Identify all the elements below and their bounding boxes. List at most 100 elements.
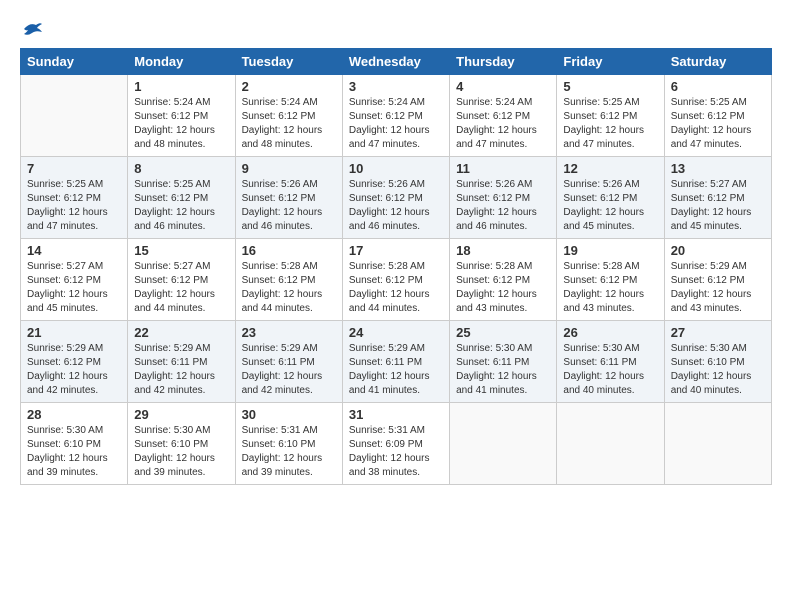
calendar-cell: 3 Sunrise: 5:24 AM Sunset: 6:12 PM Daylig… [342,75,449,157]
day-info: Sunrise: 5:31 AM Sunset: 6:09 PM Dayligh… [349,424,443,480]
day-number: 10 [349,161,443,176]
day-number: 5 [563,79,657,94]
calendar-cell: 16 Sunrise: 5:28 AM Sunset: 6:12 PM Dayli… [235,239,342,321]
day-info: Sunrise: 5:24 AM Sunset: 6:12 PM Dayligh… [349,96,443,152]
calendar-header-sunday: Sunday [21,49,128,75]
calendar-cell [21,75,128,157]
day-info: Sunrise: 5:30 AM Sunset: 6:11 PM Dayligh… [456,342,550,398]
calendar-cell: 31Sunrise: 5:31 AM Sunset: 6:09 PM Dayli… [342,403,449,485]
day-number: 26 [563,325,657,340]
day-info: Sunrise: 5:29 AM Sunset: 6:11 PM Dayligh… [134,342,228,398]
calendar-cell: 4 Sunrise: 5:24 AM Sunset: 6:12 PM Daylig… [450,75,557,157]
day-info: Sunrise: 5:26 AM Sunset: 6:12 PM Dayligh… [349,178,443,234]
day-info: Sunrise: 5:28 AM Sunset: 6:12 PM Dayligh… [456,260,550,316]
day-number: 1 [134,79,228,94]
calendar-cell: 13Sunrise: 5:27 AM Sunset: 6:12 PM Dayli… [664,157,771,239]
calendar-cell: 1 Sunrise: 5:24 AM Sunset: 6:12 PM Daylig… [128,75,235,157]
calendar-cell: 23Sunrise: 5:29 AM Sunset: 6:11 PM Dayli… [235,321,342,403]
day-info: Sunrise: 5:25 AM Sunset: 6:12 PM Dayligh… [671,96,765,152]
calendar-cell: 8 Sunrise: 5:25 AM Sunset: 6:12 PM Daylig… [128,157,235,239]
calendar-header-monday: Monday [128,49,235,75]
day-info: Sunrise: 5:31 AM Sunset: 6:10 PM Dayligh… [242,424,336,480]
day-number: 20 [671,243,765,258]
day-info: Sunrise: 5:27 AM Sunset: 6:12 PM Dayligh… [671,178,765,234]
day-info: Sunrise: 5:26 AM Sunset: 6:12 PM Dayligh… [242,178,336,234]
calendar-week-row: 7 Sunrise: 5:25 AM Sunset: 6:12 PM Daylig… [21,157,772,239]
calendar-cell [557,403,664,485]
calendar-cell: 12 Sunrise: 5:26 AM Sunset: 6:12 PM Dayli… [557,157,664,239]
day-info: Sunrise: 5:24 AM Sunset: 6:12 PM Dayligh… [134,96,228,152]
day-number: 22 [134,325,228,340]
logo-bird-icon [22,20,44,38]
calendar-cell: 17 Sunrise: 5:28 AM Sunset: 6:12 PM Dayli… [342,239,449,321]
calendar-cell: 24Sunrise: 5:29 AM Sunset: 6:11 PM Dayli… [342,321,449,403]
day-number: 19 [563,243,657,258]
calendar-cell: 14Sunrise: 5:27 AM Sunset: 6:12 PM Dayli… [21,239,128,321]
calendar-cell: 26 Sunrise: 5:30 AM Sunset: 6:11 PM Dayli… [557,321,664,403]
calendar-header-friday: Friday [557,49,664,75]
calendar-header-wednesday: Wednesday [342,49,449,75]
calendar-week-row: 28 Sunrise: 5:30 AM Sunset: 6:10 PM Dayli… [21,403,772,485]
day-info: Sunrise: 5:30 AM Sunset: 6:11 PM Dayligh… [563,342,657,398]
calendar-cell: 15 Sunrise: 5:27 AM Sunset: 6:12 PM Dayli… [128,239,235,321]
day-number: 3 [349,79,443,94]
day-info: Sunrise: 5:30 AM Sunset: 6:10 PM Dayligh… [27,424,121,480]
calendar-cell: 22 Sunrise: 5:29 AM Sunset: 6:11 PM Dayli… [128,321,235,403]
calendar-week-row: 21 Sunrise: 5:29 AM Sunset: 6:12 PM Dayli… [21,321,772,403]
day-number: 7 [27,161,121,176]
day-number: 30 [242,407,336,422]
day-info: Sunrise: 5:26 AM Sunset: 6:12 PM Dayligh… [456,178,550,234]
day-number: 27 [671,325,765,340]
calendar-cell: 5 Sunrise: 5:25 AM Sunset: 6:12 PM Daylig… [557,75,664,157]
day-info: Sunrise: 5:27 AM Sunset: 6:12 PM Dayligh… [134,260,228,316]
day-info: Sunrise: 5:24 AM Sunset: 6:12 PM Dayligh… [242,96,336,152]
day-number: 4 [456,79,550,94]
header [20,20,772,38]
calendar-cell [450,403,557,485]
calendar-cell: 9 Sunrise: 5:26 AM Sunset: 6:12 PM Daylig… [235,157,342,239]
day-info: Sunrise: 5:25 AM Sunset: 6:12 PM Dayligh… [563,96,657,152]
calendar-cell: 11Sunrise: 5:26 AM Sunset: 6:12 PM Dayli… [450,157,557,239]
day-number: 18 [456,243,550,258]
calendar-cell: 29Sunrise: 5:30 AM Sunset: 6:10 PM Dayli… [128,403,235,485]
calendar-cell: 20 Sunrise: 5:29 AM Sunset: 6:12 PM Dayli… [664,239,771,321]
calendar-cell: 25 Sunrise: 5:30 AM Sunset: 6:11 PM Dayli… [450,321,557,403]
day-number: 15 [134,243,228,258]
calendar-week-row: 14Sunrise: 5:27 AM Sunset: 6:12 PM Dayli… [21,239,772,321]
day-number: 12 [563,161,657,176]
calendar-cell: 6 Sunrise: 5:25 AM Sunset: 6:12 PM Daylig… [664,75,771,157]
day-number: 21 [27,325,121,340]
calendar-header-tuesday: Tuesday [235,49,342,75]
day-info: Sunrise: 5:27 AM Sunset: 6:12 PM Dayligh… [27,260,121,316]
day-number: 9 [242,161,336,176]
logo [20,20,44,38]
day-info: Sunrise: 5:29 AM Sunset: 6:11 PM Dayligh… [242,342,336,398]
day-info: Sunrise: 5:28 AM Sunset: 6:12 PM Dayligh… [242,260,336,316]
day-info: Sunrise: 5:26 AM Sunset: 6:12 PM Dayligh… [563,178,657,234]
calendar-header-thursday: Thursday [450,49,557,75]
day-info: Sunrise: 5:28 AM Sunset: 6:12 PM Dayligh… [563,260,657,316]
calendar-header-saturday: Saturday [664,49,771,75]
day-info: Sunrise: 5:30 AM Sunset: 6:10 PM Dayligh… [671,342,765,398]
day-number: 6 [671,79,765,94]
day-info: Sunrise: 5:29 AM Sunset: 6:12 PM Dayligh… [671,260,765,316]
day-number: 2 [242,79,336,94]
calendar-cell: 18 Sunrise: 5:28 AM Sunset: 6:12 PM Dayli… [450,239,557,321]
day-number: 24 [349,325,443,340]
calendar-cell: 7 Sunrise: 5:25 AM Sunset: 6:12 PM Daylig… [21,157,128,239]
day-number: 8 [134,161,228,176]
day-info: Sunrise: 5:29 AM Sunset: 6:12 PM Dayligh… [27,342,121,398]
day-number: 25 [456,325,550,340]
calendar-week-row: 1 Sunrise: 5:24 AM Sunset: 6:12 PM Daylig… [21,75,772,157]
day-info: Sunrise: 5:24 AM Sunset: 6:12 PM Dayligh… [456,96,550,152]
day-info: Sunrise: 5:28 AM Sunset: 6:12 PM Dayligh… [349,260,443,316]
day-number: 17 [349,243,443,258]
calendar-header-row: SundayMondayTuesdayWednesdayThursdayFrid… [21,49,772,75]
day-number: 29 [134,407,228,422]
day-number: 28 [27,407,121,422]
day-info: Sunrise: 5:25 AM Sunset: 6:12 PM Dayligh… [134,178,228,234]
day-number: 16 [242,243,336,258]
calendar-cell: 27 Sunrise: 5:30 AM Sunset: 6:10 PM Dayli… [664,321,771,403]
day-info: Sunrise: 5:25 AM Sunset: 6:12 PM Dayligh… [27,178,121,234]
calendar-cell: 19 Sunrise: 5:28 AM Sunset: 6:12 PM Dayli… [557,239,664,321]
